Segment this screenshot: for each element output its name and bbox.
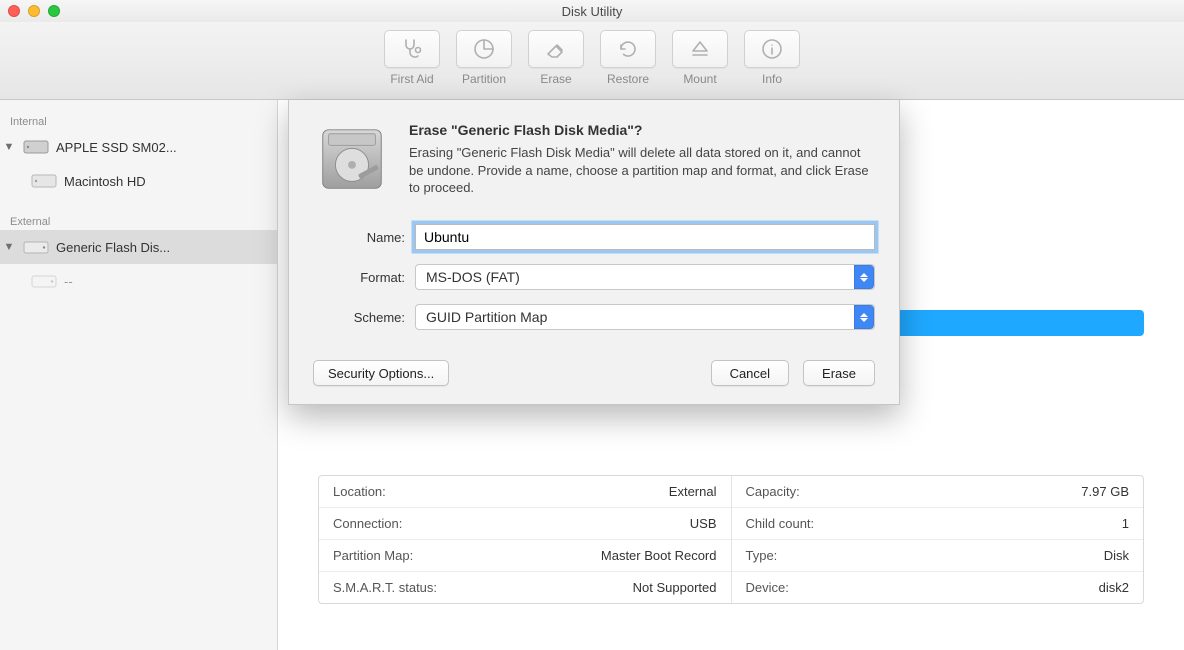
dialog-description: Erasing "Generic Flash Disk Media" will … — [409, 144, 875, 197]
toolbar-label: First Aid — [390, 72, 433, 86]
first-aid-button[interactable] — [384, 30, 440, 68]
scheme-select[interactable]: GUID Partition Map — [415, 304, 875, 330]
restore-button[interactable] — [600, 30, 656, 68]
info-cell: S.M.A.R.T. status: Not Supported — [319, 572, 731, 603]
toolbar-label: Mount — [683, 72, 716, 86]
sidebar-item-label: Generic Flash Dis... — [56, 240, 271, 255]
sidebar: Internal ▼ APPLE SSD SM02... Macintosh H… — [0, 100, 278, 650]
info-cell: Child count: 1 — [732, 508, 1144, 540]
info-table: Location: External Connection: USB Partition… — [318, 475, 1144, 604]
sidebar-item-generic-flash[interactable]: ▼ Generic Flash Dis... — [0, 230, 277, 264]
mount-button[interactable] — [672, 30, 728, 68]
sidebar-item-macintosh-hd[interactable]: Macintosh HD — [0, 164, 277, 198]
titlebar: Disk Utility — [0, 0, 1184, 22]
format-select[interactable]: MS-DOS (FAT) — [415, 264, 875, 290]
sidebar-item-unnamed-volume[interactable]: -- — [0, 264, 277, 298]
toolbar-label: Restore — [607, 72, 649, 86]
sidebar-item-apple-ssd[interactable]: ▼ APPLE SSD SM02... — [0, 130, 277, 164]
eject-icon — [688, 37, 712, 61]
name-field[interactable] — [415, 224, 875, 250]
stethoscope-icon — [400, 37, 424, 61]
external-drive-icon — [22, 235, 50, 259]
hard-disk-icon — [313, 122, 391, 200]
info-cell: Location: External — [319, 476, 731, 508]
info-value: Not Supported — [633, 580, 717, 595]
info-label: Partition Map: — [333, 548, 413, 563]
dialog-title: Erase "Generic Flash Disk Media"? — [409, 122, 875, 138]
select-arrows-icon — [854, 265, 874, 289]
toolbar-label: Erase — [540, 72, 571, 86]
restore-icon — [616, 37, 640, 61]
external-volume-icon — [30, 269, 58, 293]
info-cell: Connection: USB — [319, 508, 731, 540]
info-value: USB — [690, 516, 717, 531]
sidebar-section-internal: Internal — [0, 110, 277, 130]
erase-confirm-button[interactable]: Erase — [803, 360, 875, 386]
info-label: Location: — [333, 484, 386, 499]
info-label: Capacity: — [746, 484, 800, 499]
erase-button[interactable] — [528, 30, 584, 68]
info-cell: Capacity: 7.97 GB — [732, 476, 1144, 508]
sidebar-section-external: External — [0, 210, 277, 230]
info-label: Child count: — [746, 516, 815, 531]
chevron-down-icon[interactable]: ▼ — [2, 241, 16, 253]
internal-volume-icon — [30, 169, 58, 193]
info-icon — [760, 37, 784, 61]
info-value: Disk — [1104, 548, 1129, 563]
close-window-button[interactable] — [8, 5, 20, 17]
zoom-window-button[interactable] — [48, 5, 60, 17]
internal-drive-icon — [22, 135, 50, 159]
name-label: Name: — [313, 230, 405, 245]
sidebar-item-label: Macintosh HD — [64, 174, 271, 189]
info-button[interactable] — [744, 30, 800, 68]
erase-dialog: Erase "Generic Flash Disk Media"? Erasin… — [288, 100, 900, 405]
info-value: disk2 — [1099, 580, 1129, 595]
info-value: External — [669, 484, 717, 499]
info-value: 1 — [1122, 516, 1129, 531]
info-value: 7.97 GB — [1081, 484, 1129, 499]
security-options-button[interactable]: Security Options... — [313, 360, 449, 386]
eraser-icon — [544, 37, 568, 61]
toolbar-label: Info — [762, 72, 782, 86]
info-cell: Partition Map: Master Boot Record — [319, 540, 731, 572]
sidebar-item-label: -- — [64, 274, 271, 289]
scheme-label: Scheme: — [313, 310, 405, 325]
sidebar-item-label: APPLE SSD SM02... — [56, 140, 271, 155]
info-label: Type: — [746, 548, 778, 563]
cancel-button[interactable]: Cancel — [711, 360, 789, 386]
format-value: MS-DOS (FAT) — [426, 269, 520, 285]
pie-icon — [472, 37, 496, 61]
window-title: Disk Utility — [0, 4, 1184, 19]
minimize-window-button[interactable] — [28, 5, 40, 17]
info-label: Device: — [746, 580, 789, 595]
info-cell: Device: disk2 — [732, 572, 1144, 603]
toolbar: First Aid Partition Erase Restore — [0, 22, 1184, 100]
select-arrows-icon — [854, 305, 874, 329]
info-label: Connection: — [333, 516, 402, 531]
info-value: Master Boot Record — [601, 548, 717, 563]
partition-button[interactable] — [456, 30, 512, 68]
info-cell: Type: Disk — [732, 540, 1144, 572]
toolbar-label: Partition — [462, 72, 506, 86]
format-label: Format: — [313, 270, 405, 285]
scheme-value: GUID Partition Map — [426, 309, 547, 325]
chevron-down-icon[interactable]: ▼ — [2, 141, 16, 153]
info-label: S.M.A.R.T. status: — [333, 580, 437, 595]
